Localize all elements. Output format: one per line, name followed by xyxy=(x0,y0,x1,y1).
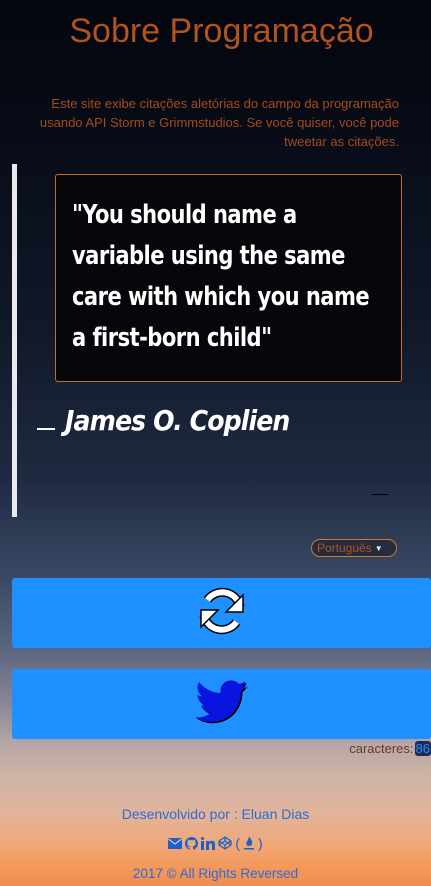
envelope-icon[interactable] xyxy=(168,837,183,849)
refresh-icon xyxy=(196,585,248,642)
site-description: Este site exibe citações aletórias do ca… xyxy=(39,96,399,149)
freecodecamp-icon[interactable] xyxy=(243,836,255,850)
tweet-button[interactable] xyxy=(12,669,431,739)
chevron-down-icon: ▼ xyxy=(374,544,383,553)
divider xyxy=(372,494,388,495)
paren-open: ( xyxy=(235,835,240,851)
author-dash xyxy=(37,428,55,430)
character-counter: caracteres: 86 xyxy=(349,741,431,756)
developer-credit: Desenvolvido por : Eluan Dias xyxy=(121,806,310,822)
twitter-icon xyxy=(194,679,248,729)
character-count: 86 xyxy=(414,741,431,756)
github-icon[interactable] xyxy=(185,836,199,850)
quote-container: "You should name a variable using the sa… xyxy=(12,164,417,517)
character-counter-label: caracteres: xyxy=(349,741,414,756)
language-select[interactable]: Português ▼ xyxy=(311,539,397,557)
paren-close: ) xyxy=(258,835,263,851)
social-links: ( ) xyxy=(0,835,431,851)
language-select-value: Português xyxy=(317,541,372,555)
new-quote-button[interactable] xyxy=(12,578,431,648)
page-title: Sobre Programação xyxy=(69,12,374,50)
quote-author: James O. Coplien xyxy=(65,404,290,437)
linkedin-icon[interactable] xyxy=(201,836,216,850)
quote-box: "You should name a variable using the sa… xyxy=(55,174,402,382)
quote-text: "You should name a variable using the sa… xyxy=(72,200,370,353)
codepen-icon[interactable] xyxy=(218,836,232,850)
copyright: 2017 © All Rights Reversed xyxy=(132,866,299,881)
